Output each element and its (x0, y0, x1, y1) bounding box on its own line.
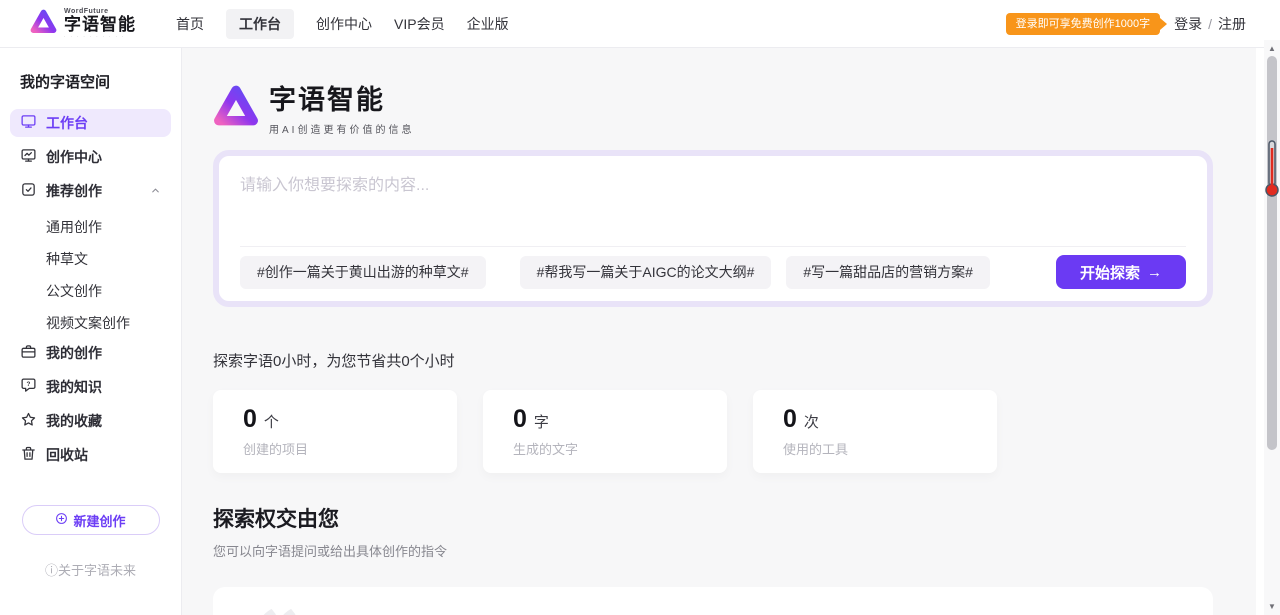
sidebar-item-workbench[interactable]: 工作台 (10, 109, 171, 137)
new-creation-button[interactable]: 新建创作 (22, 505, 160, 535)
svg-text:?: ? (27, 381, 31, 388)
sidebar-item-my-works[interactable]: 我的创作 (10, 339, 171, 367)
scroll-up-arrow-icon[interactable]: ▲ (1264, 44, 1280, 53)
nav-links: 首页 工作台 创作中心 VIP会员 企业版 (176, 9, 509, 39)
quote-mark-icon: “ (251, 601, 300, 615)
nav-item-home[interactable]: 首页 (176, 14, 204, 34)
sidebar-item-label: 创作中心 (46, 147, 102, 167)
top-navbar: WordFuture 字语智能 · · · · · · · · · · 首页 工… (0, 0, 1280, 48)
briefcase-icon (20, 343, 37, 363)
stat-value: 0 (513, 405, 527, 434)
new-creation-label: 新建创作 (73, 511, 125, 530)
recommend-doc-check-icon (20, 181, 37, 201)
suggestion-chip[interactable]: #帮我写一篇关于AIGC的论文大纲# (520, 256, 772, 289)
nav-item-creation-center[interactable]: 创作中心 (316, 14, 372, 34)
explore-section-title: 探索权交由您 (213, 503, 1213, 533)
scroll-down-arrow-icon[interactable]: ▼ (1264, 602, 1280, 611)
stat-card-projects: 0 个 创建的项目 (213, 390, 457, 473)
sidebar-item-label: 我的收藏 (46, 411, 102, 431)
start-explore-button[interactable]: 开始探索 → (1056, 255, 1186, 289)
sidebar-item-label: 工作台 (46, 113, 88, 133)
workbench-monitor-icon (20, 113, 37, 133)
brand-name: 字语智能 (64, 16, 136, 33)
hero-brand-name: 字语智能 (269, 78, 414, 117)
panel-divider (240, 246, 1186, 247)
nav-item-workbench[interactable]: 工作台 (226, 9, 294, 39)
sidebar-item-favorites[interactable]: 我的收藏 (10, 407, 171, 435)
plus-circle-icon (55, 512, 68, 528)
example-prompts-card: “ 字语智能是什么? 嘿，帮我创作一篇北京出游攻略 (213, 587, 1213, 615)
search-input[interactable] (240, 171, 1180, 233)
search-panel: #创作一篇关于黄山出游的种草文# #帮我写一篇关于AIGC的论文大纲# #写一篇… (213, 150, 1213, 307)
login-promo-badge[interactable]: 登录即可享免费创作1000字 (1006, 13, 1160, 35)
sidebar-item-label: 我的知识 (46, 377, 102, 397)
triangle-logo-icon (30, 8, 57, 39)
sidebar-subitem-seeding[interactable]: 种草文 (0, 243, 181, 275)
scrollbar-thumb[interactable] (1267, 56, 1277, 450)
explore-section-subtitle: 您可以向字语提问或给出具体创作的指令 (213, 541, 1213, 560)
nav-item-vip[interactable]: VIP会员 (394, 14, 445, 34)
stat-unit: 字 (534, 411, 549, 432)
about-wordfuture-link[interactable]: ⓘ关于字语未来 (0, 560, 181, 579)
star-icon (20, 411, 37, 431)
nav-item-enterprise[interactable]: 企业版 (467, 14, 509, 34)
sidebar-item-creation-center[interactable]: 创作中心 (10, 143, 171, 171)
chat-question-icon: ? (20, 377, 37, 397)
sidebar-item-recycle-bin[interactable]: 回收站 (10, 441, 171, 469)
sidebar-subitem-video-copy[interactable]: 视频文案创作 (0, 307, 181, 339)
thermometer-icon (1265, 138, 1279, 205)
info-circle-icon: ⓘ (45, 563, 58, 578)
arrow-right-icon: → (1147, 264, 1162, 281)
start-explore-label: 开始探索 (1080, 262, 1140, 283)
vertical-scrollbar[interactable]: ▲ ▼ (1264, 40, 1280, 615)
trash-icon (20, 445, 37, 465)
triangle-logo-icon (213, 83, 259, 132)
stat-label: 使用的工具 (783, 439, 997, 458)
stats-cards: 0 个 创建的项目 0 字 生成的文字 0 次 使用的工具 (213, 390, 1213, 473)
suggestion-chip[interactable]: #写一篇甜品店的营销方案# (786, 256, 990, 289)
about-label: 关于字语未来 (58, 563, 136, 578)
suggestion-chip[interactable]: #创作一篇关于黄山出游的种草文# (240, 256, 486, 289)
sidebar-item-recommend[interactable]: 推荐创作 (10, 177, 171, 205)
login-link[interactable]: 登录 (1174, 14, 1202, 34)
sidebar-subitem-general[interactable]: 通用创作 (0, 211, 181, 243)
stat-label: 创建的项目 (243, 439, 457, 458)
register-link[interactable]: 注册 (1218, 14, 1246, 34)
stats-summary: 探索字语0小时，为您节省共0个小时 (213, 350, 1213, 371)
suggestion-chips-row: #创作一篇关于黄山出游的种草文# #帮我写一篇关于AIGC的论文大纲# #写一篇… (240, 255, 1186, 289)
creation-center-monitor-icon (20, 147, 37, 167)
sidebar-subitem-official-doc[interactable]: 公文创作 (0, 275, 181, 307)
stat-value: 0 (243, 405, 257, 434)
stat-card-words: 0 字 生成的文字 (483, 390, 727, 473)
sidebar: 我的字语空间 工作台 创作中心 推荐创作 通用创作 种草文 公文创作 视频文案创… (0, 48, 182, 615)
sidebar-title: 我的字语空间 (20, 71, 181, 92)
chevron-up-icon[interactable] (150, 183, 161, 199)
hero-tagline: 用AI创造更有价值的信息 (269, 121, 414, 136)
stat-unit: 个 (264, 411, 279, 432)
sidebar-item-label: 回收站 (46, 445, 88, 465)
hero-brand: 字语智能 用AI创造更有价值的信息 (213, 78, 1213, 136)
auth-links: 登录 / 注册 (1174, 14, 1246, 34)
brand-tiny-tagline: · · · · · · · · · · (64, 35, 136, 39)
stat-unit: 次 (804, 411, 819, 432)
stat-label: 生成的文字 (513, 439, 727, 458)
sidebar-item-label: 我的创作 (46, 343, 102, 363)
brand-wordfuture: WordFuture (64, 8, 136, 15)
navbar-brand[interactable]: WordFuture 字语智能 · · · · · · · · · · (30, 8, 136, 39)
scrollbar-gutter (1256, 48, 1264, 615)
sidebar-item-label: 推荐创作 (46, 181, 102, 201)
stat-card-tools: 0 次 使用的工具 (753, 390, 997, 473)
main-content: 字语智能 用AI创造更有价值的信息 #创作一篇关于黄山出游的种草文# #帮我写一… (182, 48, 1256, 615)
auth-slash: / (1208, 16, 1212, 32)
sidebar-item-my-knowledge[interactable]: ? 我的知识 (10, 373, 171, 401)
stat-value: 0 (783, 405, 797, 434)
